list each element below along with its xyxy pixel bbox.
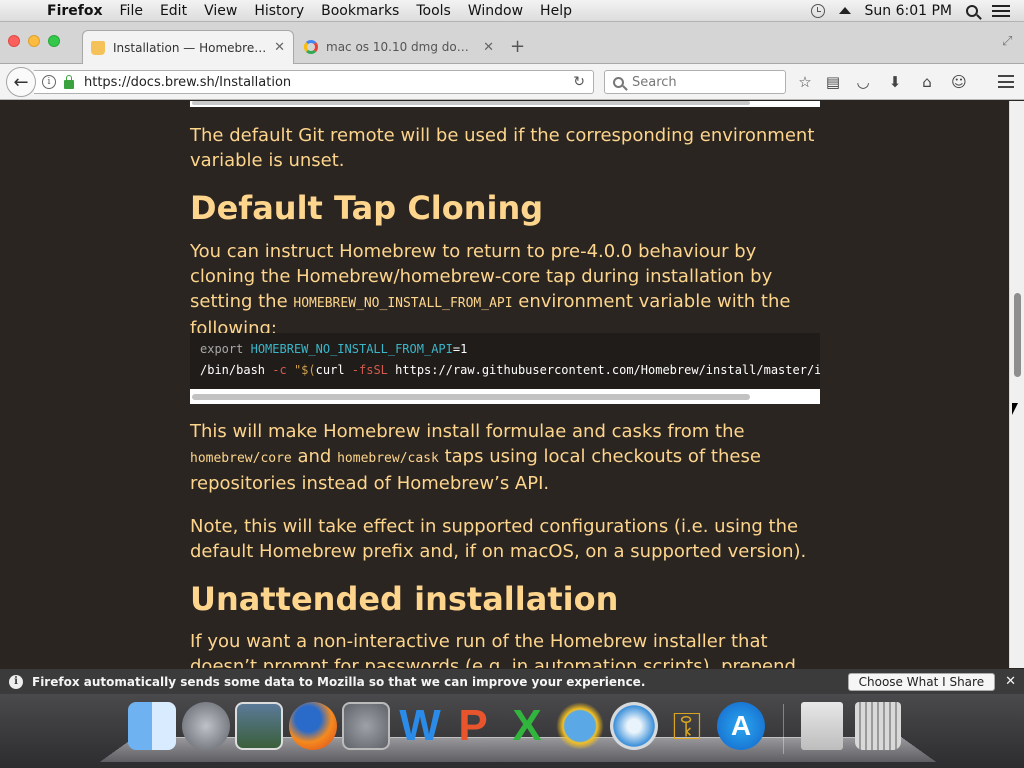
dock-excel-icon[interactable]: X (503, 702, 551, 750)
code-string-open: "$( (293, 363, 316, 377)
dock-weather-icon[interactable] (556, 702, 604, 750)
dock-image-capture-icon[interactable] (235, 702, 283, 750)
inline-code-core: homebrew/core (190, 451, 292, 466)
dock-firefox-icon[interactable] (289, 702, 337, 750)
google-favicon-icon (304, 40, 318, 54)
menu-help[interactable]: Help (533, 3, 582, 19)
search-input[interactable]: Search (604, 70, 786, 94)
dock-app-store-icon[interactable]: A (717, 702, 765, 750)
inline-code-cask: homebrew/cask (337, 451, 439, 466)
menu-file[interactable]: File (113, 3, 153, 19)
menu-window[interactable]: Window (461, 3, 533, 19)
code-scroll-thumb[interactable] (192, 394, 750, 400)
notification-center-icon[interactable] (992, 4, 1010, 17)
menu-bookmarks[interactable]: Bookmarks (314, 3, 409, 19)
dock-powerpoint-icon[interactable]: P (449, 702, 497, 750)
dock-word-icon[interactable]: W (396, 702, 444, 750)
code-curl: curl (315, 363, 345, 377)
window-minimize-button[interactable] (28, 35, 40, 47)
dock-finder-icon[interactable] (128, 702, 176, 750)
eject-icon[interactable] (838, 7, 851, 14)
menu-app-firefox[interactable]: Firefox (40, 3, 113, 19)
menu-view[interactable]: View (197, 3, 247, 19)
para-make-text-1: This will make Homebrew install formulae… (190, 421, 745, 442)
para-note: Note, this will take effect in supported… (190, 516, 807, 562)
homebrew-favicon-icon (91, 40, 105, 55)
code-block-scrollbar[interactable] (190, 389, 820, 404)
para-make-homebrew: This will make Homebrew install formulae… (190, 419, 820, 496)
code-value: =1 (452, 342, 468, 356)
search-placeholder: Search (632, 74, 677, 90)
dock-safari-icon[interactable] (610, 702, 658, 750)
notification-text: Firefox automatically sends some data to… (32, 674, 646, 689)
back-button[interactable]: ← (6, 67, 36, 97)
tab-label: mac os 10.10 dmg downl... (326, 40, 478, 54)
inline-code-env-var: HOMEBREW_NO_INSTALL_FROM_API (293, 296, 513, 311)
window-zoom-button[interactable] (48, 35, 60, 47)
url-bar[interactable]: i https://docs.brew.sh/Installation ↻ (34, 70, 594, 94)
notification-close-icon[interactable]: ✕ (1005, 674, 1016, 689)
info-icon: i (9, 674, 23, 689)
choose-what-i-share-button[interactable]: Choose What I Share (847, 672, 996, 691)
heading-unattended-installation: Unattended installation (190, 580, 619, 618)
mouse-cursor-icon (1012, 403, 1018, 415)
chat-icon[interactable]: ☺ (949, 72, 969, 92)
code-flag-2: -fsSL (351, 363, 388, 377)
menu-history[interactable]: History (247, 3, 314, 19)
heading-default-tap-cloning: Default Tap Cloning (190, 189, 544, 227)
para-git-remote: The default Git remote will be used if t… (190, 125, 815, 171)
code-line-1: export HOMEBREW_NO_INSTALL_FROM_API=1 (200, 339, 820, 360)
reload-icon[interactable]: ↻ (573, 74, 585, 90)
tab-google-search[interactable]: mac os 10.10 dmg downl... ✕ (296, 30, 502, 64)
pocket-icon[interactable]: ◡ (853, 72, 873, 92)
para-unattended: If you want a non-interactive run of the… (190, 631, 796, 668)
lock-icon (64, 74, 74, 89)
back-arrow-icon: ← (13, 71, 29, 93)
spotlight-search-icon[interactable] (966, 4, 978, 17)
dock-keychain-icon[interactable]: ⚿ (663, 702, 711, 750)
tab-label: Installation — Homebrew ... (113, 40, 269, 55)
downloads-icon[interactable]: ⬇ (885, 72, 905, 92)
data-collection-notification: i Firefox automatically sends some data … (0, 669, 1024, 694)
home-icon[interactable]: ⌂ (917, 72, 937, 92)
code-block-scrollbar-top[interactable] (190, 101, 820, 107)
navigation-toolbar: i https://docs.brew.sh/Installation ↻ ← … (0, 64, 1024, 100)
tab-installation-homebrew[interactable]: Installation — Homebrew ... ✕ (82, 30, 294, 64)
fullscreen-icon[interactable]: ⤢ (1002, 34, 1016, 49)
reading-list-icon[interactable]: ▤ (823, 72, 843, 92)
dock-trash-icon[interactable] (855, 702, 901, 750)
dock-documents-stack-icon[interactable] (801, 702, 843, 750)
bookmark-star-icon[interactable]: ☆ (795, 72, 815, 92)
menu-edit[interactable]: Edit (153, 3, 197, 19)
tab-strip: Installation — Homebrew ... ✕ mac os 10.… (0, 22, 1024, 64)
code-flag: -c (272, 363, 287, 377)
menu-tools[interactable]: Tools (409, 3, 461, 19)
time-machine-icon[interactable] (810, 3, 825, 18)
url-text[interactable]: https://docs.brew.sh/Installation (84, 75, 291, 90)
site-info-icon[interactable]: i (42, 75, 56, 89)
code-line-2: /bin/bash -c "$(curl -fsSL https://raw.g… (200, 360, 820, 381)
dock-launchpad-icon[interactable] (182, 702, 230, 750)
open-menu-icon[interactable] (998, 75, 1014, 88)
window-close-button[interactable] (8, 35, 20, 47)
code-command: /bin/bash (200, 363, 266, 377)
page-scroll-thumb[interactable] (1014, 293, 1021, 377)
macos-dock: W P X ⚿ A (0, 694, 1024, 768)
tab-close-icon[interactable]: ✕ (483, 40, 494, 55)
dock-system-preferences-icon[interactable] (342, 702, 390, 750)
page-scrollbar[interactable] (1009, 101, 1024, 668)
code-variable: HOMEBREW_NO_INSTALL_FROM_API (250, 342, 453, 356)
page-content: The default Git remote will be used if t… (0, 101, 1009, 668)
code-keyword: export (200, 342, 244, 356)
search-icon (613, 76, 624, 88)
macos-menu-bar: Firefox File Edit View History Bookmarks… (0, 0, 1024, 22)
para-tap-cloning: You can instruct Homebrew to return to p… (190, 239, 820, 341)
code-url: https://raw.githubusercontent.com/Homebr… (395, 363, 820, 377)
tab-close-icon[interactable]: ✕ (274, 40, 285, 55)
menubar-clock[interactable]: Sun 6:01 PM (865, 3, 953, 19)
new-tab-plus-icon[interactable]: + (510, 36, 525, 57)
para-make-and: and (297, 446, 332, 467)
dock-separator (783, 704, 784, 754)
